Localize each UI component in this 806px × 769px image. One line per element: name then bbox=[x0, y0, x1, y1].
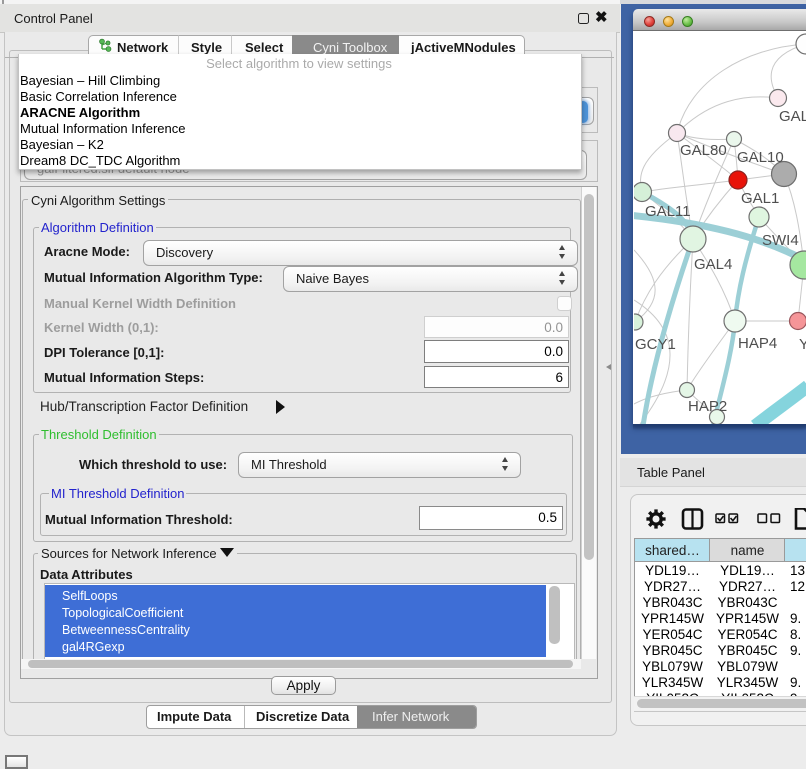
svg-text:GAL4: GAL4 bbox=[694, 256, 732, 273]
svg-text:GAL7: GAL7 bbox=[779, 108, 806, 125]
svg-text:YJL: YJL bbox=[799, 336, 806, 353]
svg-text:GAL1: GAL1 bbox=[741, 190, 779, 207]
svg-text:HAP4: HAP4 bbox=[738, 335, 777, 352]
svg-text:GAL80: GAL80 bbox=[680, 142, 727, 159]
svg-text:SWI4: SWI4 bbox=[762, 232, 799, 249]
svg-text:GCY1: GCY1 bbox=[635, 336, 676, 353]
svg-text:GAL11: GAL11 bbox=[645, 203, 691, 220]
svg-text:GAL10: GAL10 bbox=[737, 149, 784, 166]
svg-text:HAP2: HAP2 bbox=[688, 398, 727, 415]
